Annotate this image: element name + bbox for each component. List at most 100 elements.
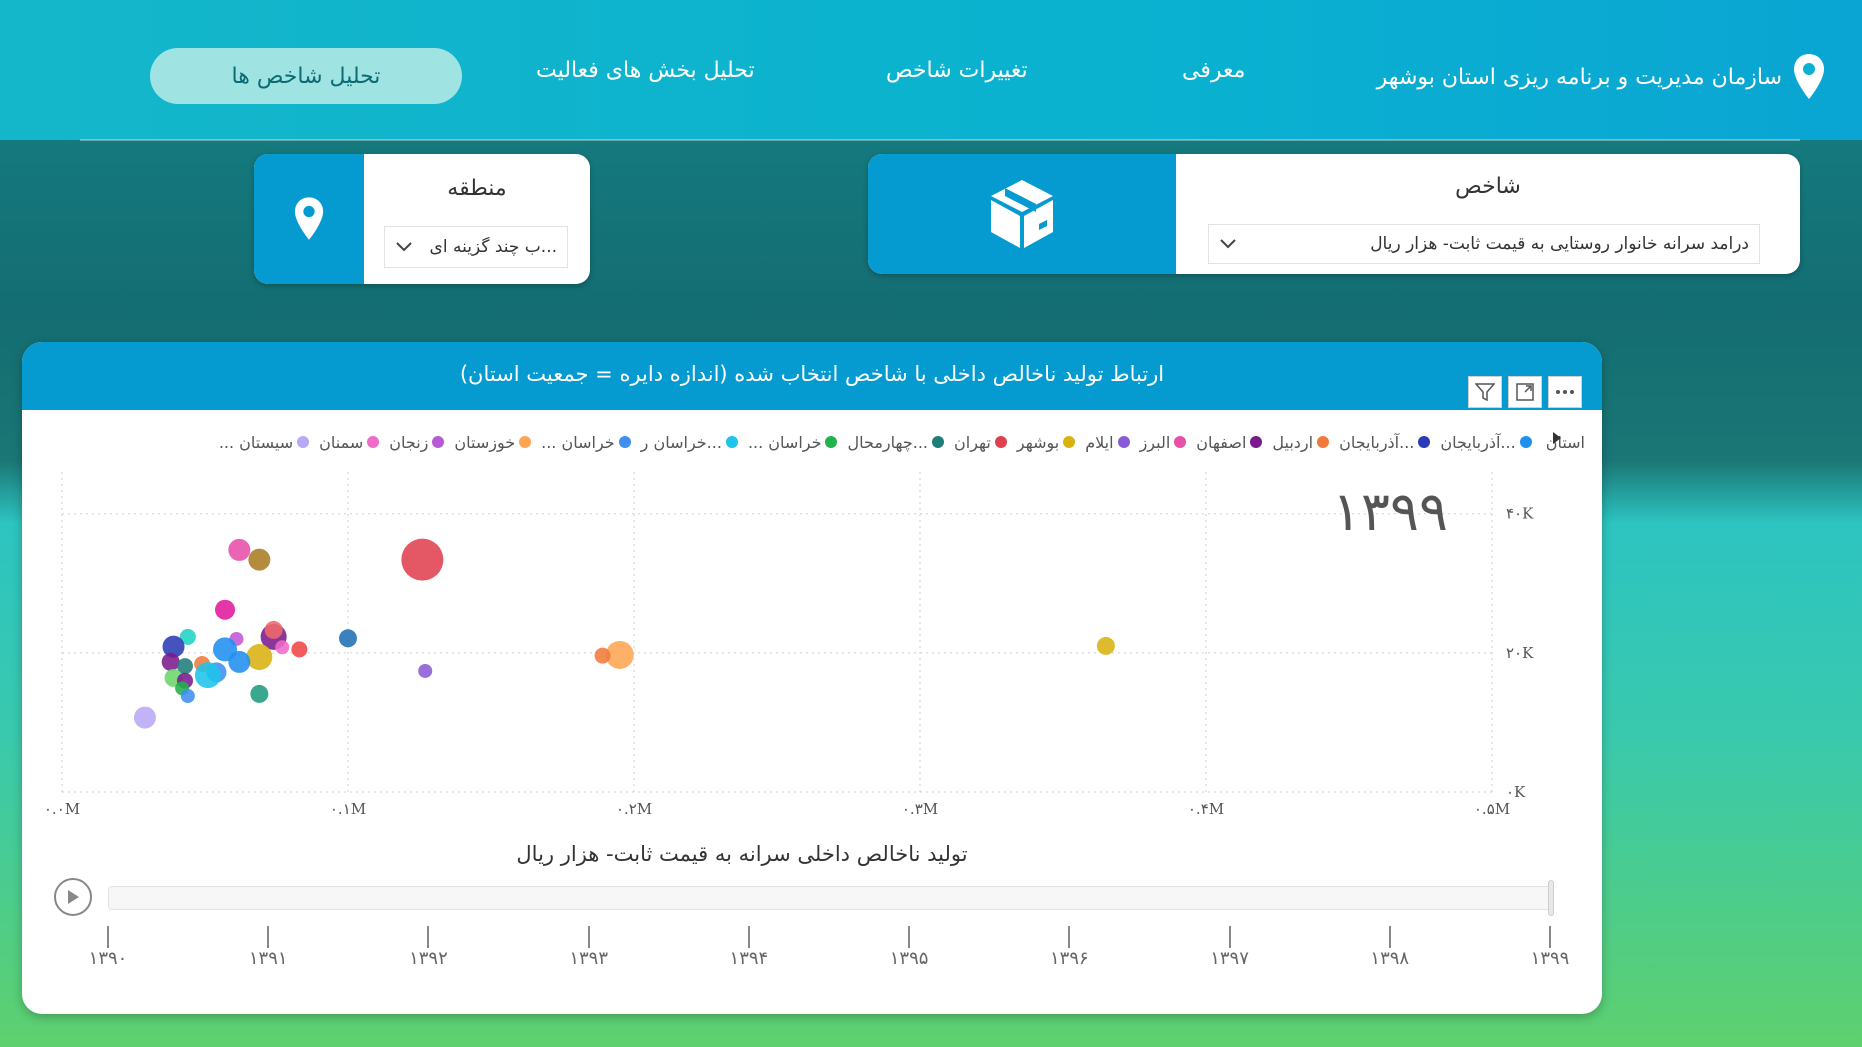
focus-mode-button[interactable] xyxy=(1508,376,1542,408)
legend-item[interactable]: ...چهارمحال xyxy=(847,432,945,452)
region-dropdown-value: ...ب چند گزینه ای xyxy=(429,237,557,257)
timeline-year-label[interactable]: ۱۳۹۵ xyxy=(869,948,949,969)
data-point xyxy=(228,650,251,673)
nav-sector-analysis[interactable]: تحلیل بخش های فعالیت xyxy=(536,58,755,83)
indicator-slicer: شاخص درامد سرانه خانوار روستایی به قیمت … xyxy=(868,154,1800,274)
legend-item[interactable]: البرز xyxy=(1140,433,1187,452)
legend-next-arrow[interactable] xyxy=(1552,430,1562,449)
data-point xyxy=(291,641,308,658)
legend-label: تهران xyxy=(954,432,991,452)
legend-item[interactable]: اردبیل xyxy=(1272,432,1330,452)
y-tick-label: ۲۰K xyxy=(1506,644,1534,662)
legend-marker xyxy=(825,436,838,448)
legend-label: سیستان ... xyxy=(218,432,294,452)
legend-item[interactable]: خراسان ... xyxy=(748,433,838,452)
play-axis-slider[interactable] xyxy=(108,886,1552,910)
legend-marker xyxy=(618,436,631,448)
timeline-tick xyxy=(267,926,270,948)
timeline-year-label[interactable]: ۱۳۹۴ xyxy=(709,948,789,969)
more-options-button[interactable] xyxy=(1548,376,1582,408)
caret-right-icon xyxy=(1553,432,1561,444)
brand-title: سازمان مدیریت و برنامه ریزی استان بوشهر xyxy=(1376,64,1782,90)
data-point xyxy=(246,644,273,671)
timeline-tick xyxy=(908,926,911,948)
top-navigation-bar: سازمان مدیریت و برنامه ریزی استان بوشهر … xyxy=(0,0,1862,140)
play-icon xyxy=(68,890,79,904)
legend-marker xyxy=(297,436,310,448)
legend-marker xyxy=(519,436,532,448)
x-axis-title: تولید ناخالص داخلی سرانه به قیمت ثابت- ه… xyxy=(516,842,968,866)
divider xyxy=(80,139,1800,141)
expand-icon xyxy=(1516,383,1534,401)
nav-indicator-changes[interactable]: تغییرات شاخص xyxy=(886,58,1028,83)
timeline-tick xyxy=(1549,926,1551,948)
legend-marker xyxy=(932,436,945,448)
region-icon-box xyxy=(254,154,364,284)
filter-button[interactable] xyxy=(1468,376,1502,408)
location-pin-icon xyxy=(1794,54,1824,99)
legend-label: ایلام xyxy=(1085,432,1114,452)
legend-label: خراسان ... xyxy=(747,432,822,452)
play-axis-handle[interactable] xyxy=(1548,880,1554,916)
legend-marker xyxy=(1063,436,1076,448)
legend-item[interactable]: سیستان ... xyxy=(218,432,310,452)
data-point xyxy=(161,652,180,671)
region-dropdown[interactable]: ...ب چند گزینه ای xyxy=(384,226,568,268)
data-point xyxy=(215,599,236,620)
timeline-year-label[interactable]: ۱۳۹۰ xyxy=(68,948,148,969)
data-point xyxy=(275,640,290,655)
indicator-icon-box xyxy=(868,154,1176,274)
play-button[interactable] xyxy=(54,878,92,916)
data-point xyxy=(264,620,283,639)
timeline-year-label[interactable]: ۱۳۹۲ xyxy=(388,948,468,969)
legend-item[interactable]: ...آذربایجان xyxy=(1440,433,1532,452)
legend-label: ...چهارمحال xyxy=(847,432,929,452)
timeline-year-label[interactable]: ۱۳۹۳ xyxy=(549,948,629,969)
legend-item[interactable]: ...آذربایجان xyxy=(1339,433,1431,452)
timeline-tick xyxy=(587,926,590,948)
chart-legend: استان ...آذربایجان ...آذربایجان اردبیل اصفه… xyxy=(40,430,1585,454)
legend-marker xyxy=(432,436,445,448)
legend-item[interactable]: ایلام xyxy=(1085,432,1130,452)
legend-label: البرز xyxy=(1139,432,1171,452)
chart-header: ارتباط تولید ناخالص داخلی با شاخص انتخاب… xyxy=(22,342,1602,410)
legend-marker xyxy=(1117,436,1130,448)
data-point xyxy=(1096,636,1115,655)
data-point xyxy=(401,538,444,581)
legend-marker xyxy=(1250,436,1263,448)
legend-item[interactable]: تهران xyxy=(954,433,1007,452)
chevron-down-icon xyxy=(396,242,412,252)
legend-marker xyxy=(1418,436,1431,448)
timeline-year-label[interactable]: ۱۳۹۶ xyxy=(1029,948,1109,969)
legend-label: ...خراسان ر xyxy=(640,432,722,452)
legend-item[interactable]: خراسان ... xyxy=(541,433,631,452)
legend-label: سمنان xyxy=(319,432,364,452)
timeline-year-label[interactable]: ۱۳۹۹ xyxy=(1510,948,1590,969)
x-tick-label: ۰.۵M xyxy=(1474,800,1510,818)
legend-item[interactable]: سمنان xyxy=(319,432,380,452)
box-icon xyxy=(991,180,1053,248)
timeline-year-label[interactable]: ۱۳۹۸ xyxy=(1350,948,1430,969)
legend-item[interactable]: ...خراسان ر xyxy=(641,433,738,452)
data-point xyxy=(194,662,221,689)
legend-item[interactable]: زنجان xyxy=(389,433,445,452)
legend-label: اصفهان xyxy=(1196,432,1247,452)
nav-indicator-analysis[interactable]: تحلیل شاخص ها xyxy=(150,48,462,104)
indicator-dropdown[interactable]: درامد سرانه خانوار روستایی به قیمت ثابت-… xyxy=(1208,224,1760,264)
legend-label: اردبیل xyxy=(1272,432,1314,452)
legend-marker xyxy=(1174,436,1187,448)
legend-item[interactable]: بوشهر xyxy=(1017,433,1076,452)
data-point xyxy=(418,663,433,678)
data-point xyxy=(180,689,195,703)
filter-icon xyxy=(1475,383,1495,401)
brand: سازمان مدیریت و برنامه ریزی استان بوشهر xyxy=(1377,52,1826,102)
timeline-year-label[interactable]: ۱۳۹۷ xyxy=(1190,948,1270,969)
legend-item[interactable]: خوزستان xyxy=(454,433,532,452)
nav-intro[interactable]: معرفی xyxy=(1182,58,1245,83)
chevron-down-icon xyxy=(1220,239,1236,249)
location-pin-icon xyxy=(294,197,324,240)
legend-item[interactable]: اصفهان xyxy=(1196,432,1263,452)
legend-label: خراسان ... xyxy=(541,432,615,452)
data-point xyxy=(228,538,251,561)
timeline-year-label[interactable]: ۱۳۹۱ xyxy=(228,948,308,969)
